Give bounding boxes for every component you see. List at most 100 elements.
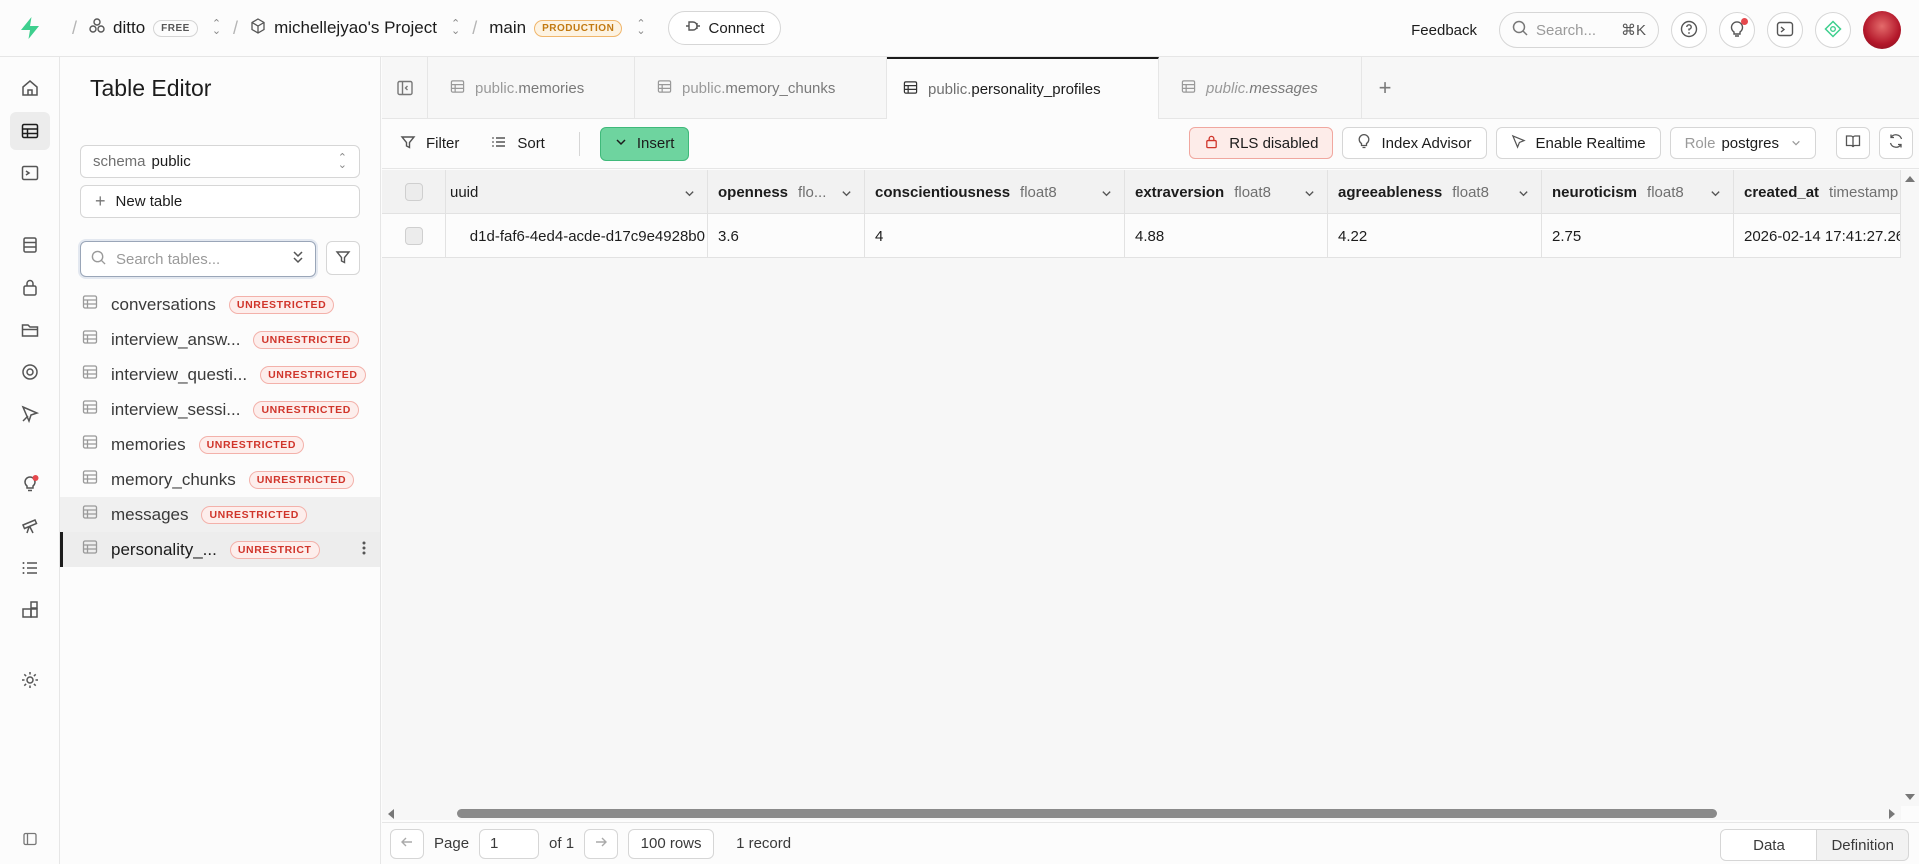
- data-view-button[interactable]: Data: [1721, 830, 1818, 860]
- table-search-input[interactable]: Search tables...: [80, 241, 316, 277]
- sort-button[interactable]: Sort: [481, 127, 555, 161]
- breadcrumb-separator: /: [233, 17, 239, 38]
- table-list-item[interactable]: interview_sessi... UNRESTRICTED: [60, 392, 380, 427]
- unrestricted-badge: UNRESTRICTED: [253, 330, 359, 349]
- row-select-cell[interactable]: [382, 214, 446, 258]
- filter-icon: [335, 249, 351, 268]
- rls-disabled-button[interactable]: RLS disabled: [1189, 127, 1334, 159]
- connect-button[interactable]: Connect: [667, 11, 782, 45]
- table-list-item[interactable]: interview_questi... UNRESTRICTED: [60, 357, 380, 392]
- project-selector[interactable]: michellejyao's Project ⌃ ⌄: [250, 17, 460, 39]
- more-options-icon[interactable]: [362, 540, 366, 561]
- column-header[interactable]: created_at timestamp: [1734, 170, 1901, 214]
- refresh-button[interactable]: [1879, 127, 1913, 159]
- advisor-button[interactable]: [1719, 12, 1755, 48]
- sql-editor-icon[interactable]: [10, 154, 50, 192]
- column-header[interactable]: agreeableness float8: [1328, 170, 1542, 214]
- chevron-updown-icon[interactable]: ⌃ ⌄: [451, 19, 460, 37]
- advisors-lightbulb-icon[interactable]: [10, 464, 50, 502]
- branch-selector[interactable]: main PRODUCTION ⌃ ⌄: [489, 18, 645, 38]
- table-list-item[interactable]: messages UNRESTRICTED: [60, 497, 380, 532]
- column-header[interactable]: neuroticism float8: [1542, 170, 1734, 214]
- select-all-cell[interactable]: [382, 170, 446, 214]
- scroll-left-icon[interactable]: [386, 808, 396, 820]
- rows-per-page-button[interactable]: 100 rows: [628, 828, 715, 859]
- chevron-down-icon[interactable]: [1710, 186, 1721, 203]
- new-table-button[interactable]: + New table: [80, 185, 360, 218]
- supabase-logo-icon[interactable]: [0, 0, 60, 57]
- settings-gear-icon[interactable]: [10, 661, 50, 699]
- terminal-button[interactable]: [1767, 12, 1803, 48]
- collapse-sidebar-icon[interactable]: [10, 820, 50, 858]
- definition-view-button[interactable]: Definition: [1817, 830, 1908, 860]
- table-cell[interactable]: 2026-02-14 17:41:27.26: [1734, 214, 1901, 258]
- chevron-down-icon[interactable]: [1518, 186, 1529, 203]
- table-cell[interactable]: 2.75: [1542, 214, 1734, 258]
- tab-memories[interactable]: public.memories: [428, 57, 635, 119]
- row-select-checkbox[interactable]: [404, 183, 423, 201]
- column-header[interactable]: conscientiousness float8: [865, 170, 1125, 214]
- page-input[interactable]: 1: [479, 828, 540, 859]
- table-cell[interactable]: 3.6: [708, 214, 865, 258]
- table-cell[interactable]: 4.22: [1328, 214, 1542, 258]
- tab-memory-chunks[interactable]: public.memory_chunks: [635, 57, 887, 119]
- breadcrumb-separator: /: [472, 17, 478, 38]
- tab-personality-profiles[interactable]: public.personality_profiles: [887, 57, 1159, 120]
- table-filter-button[interactable]: [326, 241, 360, 275]
- ai-assistant-button[interactable]: [1815, 12, 1851, 48]
- table-cell[interactable]: 4.88: [1125, 214, 1328, 258]
- vertical-scrollbar[interactable]: [1901, 170, 1919, 806]
- table-cell[interactable]: 4: [865, 214, 1125, 258]
- table-list-item[interactable]: personality_... UNRESTRICT: [60, 532, 380, 567]
- logs-list-icon[interactable]: [10, 549, 50, 587]
- column-header[interactable]: extraversion float8: [1125, 170, 1328, 214]
- table-list-item[interactable]: memory_chunks UNRESTRICTED: [60, 462, 380, 497]
- column-header[interactable]: uuid: [446, 170, 708, 214]
- feedback-button[interactable]: Feedback: [1411, 22, 1477, 39]
- table-list-item[interactable]: conversations UNRESTRICTED: [60, 287, 380, 322]
- help-button[interactable]: [1671, 12, 1707, 48]
- enable-realtime-button[interactable]: Enable Realtime: [1495, 127, 1661, 159]
- index-advisor-button[interactable]: Index Advisor: [1342, 127, 1487, 159]
- refresh-icon: [1888, 133, 1904, 153]
- chevron-down-icon[interactable]: [1101, 186, 1112, 203]
- org-selector[interactable]: ditto FREE ⌃ ⌄: [89, 17, 221, 39]
- prev-page-button[interactable]: [390, 828, 424, 859]
- schema-selector[interactable]: schema public ⌃ ⌄: [80, 145, 360, 178]
- realtime-icon[interactable]: [10, 353, 50, 391]
- home-icon[interactable]: [10, 69, 50, 107]
- api-docs-button[interactable]: [1836, 127, 1870, 159]
- global-search[interactable]: Search... ⌘K: [1499, 12, 1659, 48]
- table-list-item[interactable]: memories UNRESTRICTED: [60, 427, 380, 462]
- role-selector[interactable]: Role postgres: [1669, 127, 1816, 159]
- insert-button[interactable]: Insert: [599, 126, 690, 161]
- collapse-chevrons-icon[interactable]: [291, 250, 305, 268]
- tab-messages[interactable]: public.messages: [1159, 57, 1362, 119]
- chevron-down-icon[interactable]: [1304, 186, 1315, 203]
- arrow-left-icon: [400, 835, 414, 853]
- database-icon[interactable]: [10, 226, 50, 264]
- table-editor-icon[interactable]: [10, 112, 50, 150]
- table-cell[interactable]: d1d-faf6-4ed4-acde-d17c9e4928b0: [446, 214, 708, 258]
- filter-button[interactable]: Filter: [390, 127, 469, 161]
- toggle-sidebar-icon[interactable]: [382, 57, 428, 119]
- auth-lock-icon[interactable]: [10, 269, 50, 307]
- horizontal-scrollbar[interactable]: [382, 806, 1901, 820]
- row-select-checkbox[interactable]: [404, 227, 423, 245]
- next-page-button[interactable]: [584, 828, 619, 859]
- user-avatar[interactable]: [1863, 11, 1901, 49]
- observability-telescope-icon[interactable]: [10, 507, 50, 545]
- chevron-updown-icon[interactable]: ⌃ ⌄: [636, 19, 645, 37]
- table-list-item[interactable]: interview_answ... UNRESTRICTED: [60, 322, 380, 357]
- chevron-down-icon[interactable]: [684, 186, 695, 203]
- add-tab-button[interactable]: +: [1362, 57, 1408, 118]
- integrations-icon[interactable]: [10, 591, 50, 629]
- edge-functions-icon[interactable]: [10, 395, 50, 433]
- scroll-right-icon[interactable]: [1887, 808, 1897, 820]
- horizontal-scroll-thumb[interactable]: [457, 809, 1717, 818]
- chevron-updown-icon[interactable]: ⌃ ⌄: [212, 19, 221, 37]
- storage-folder-icon[interactable]: [10, 311, 50, 349]
- table-row[interactable]: d1d-faf6-4ed4-acde-d17c9e4928b0 3.6 4 4.88 4…: [382, 214, 1901, 258]
- chevron-down-icon[interactable]: [841, 186, 852, 203]
- column-header[interactable]: openness flo...: [708, 170, 865, 214]
